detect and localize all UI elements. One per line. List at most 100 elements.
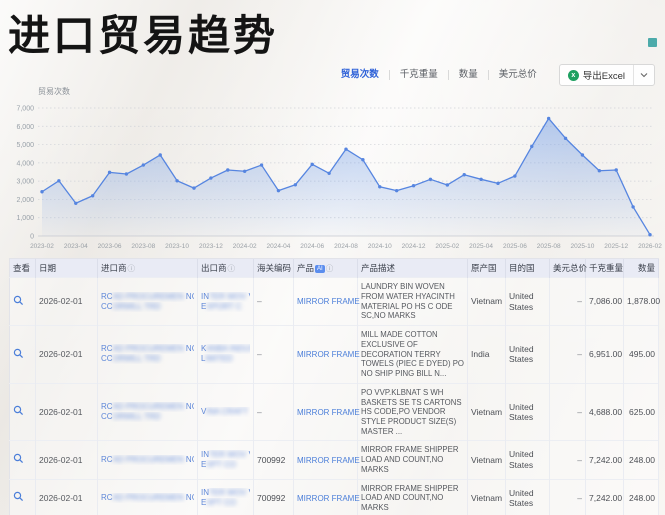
info-icon[interactable]: ⓘ [228,264,236,273]
table-row: 2026-02-01RCAD PROCUREMEN NCCCORMILL TRD… [10,383,659,441]
product-link[interactable]: MIRROR FRAME [297,456,360,465]
clear-text: IN [201,292,209,301]
clear-text: RC [101,344,113,353]
importer-name-line: CCORMILL TRD [101,412,194,422]
export-dropdown-button[interactable] [633,65,654,85]
blurred-text: TER WOV [209,488,246,497]
product-cell: MIRROR FRAME [294,479,358,515]
product-link[interactable]: MIRROR FRAME [297,494,360,503]
date-cell: 2026-02-01 [36,383,98,441]
usd-total-cell: – [550,441,586,479]
magnifier-icon [13,405,24,416]
view-cell [10,326,36,384]
table-row: 2026-02-01RCAD PROCUREMEN NCCCORMILL TRD… [10,326,659,384]
blurred-text: AD PROCUREMEN [113,292,184,301]
col-header-hs-code: 海关编码 [254,259,294,278]
view-cell [10,383,36,441]
info-icon[interactable]: ⓘ [128,264,136,273]
destination-country-cell: United States [506,278,550,326]
view-details-button[interactable] [13,348,24,362]
date-cell: 2026-02-01 [36,326,98,384]
magnifier-icon [13,295,24,306]
exporter-name-line: INTER WOV VI [201,450,250,460]
product-description-cell: MIRROR FRAME SHIPPER LOAD AND COUNT,NO M… [358,479,468,515]
kg-weight-cell: 6,951.00 [586,326,624,384]
col-header-importer: 进口商ⓘ [98,259,198,278]
hs-code-cell: – [254,278,294,326]
col-header-date: 日期 [36,259,98,278]
export-excel-button[interactable]: x 导出Excel [560,65,633,85]
clear-text: NC [184,344,194,353]
clear-text: VI [246,292,250,301]
svg-text:3,000: 3,000 [16,179,34,186]
table-row: 2026-02-01RCAD PROCUREMEN NCINTER WOV VI… [10,479,659,515]
corner-mark [648,38,657,47]
blurred-text: AD PROCUREMEN [113,493,184,502]
clear-text: CC [101,354,113,363]
view-details-button[interactable] [13,491,24,505]
svg-text:2023-10: 2023-10 [165,243,189,250]
tab-quantity[interactable]: 数量 [449,64,488,86]
quantity-cell: 1,878.00 [624,278,659,326]
clear-text: RC [101,402,113,411]
importer-cell: RCAD PROCUREMEN NC [98,441,198,479]
view-cell [10,479,36,515]
tab-usd-total[interactable]: 美元总价 [489,64,547,86]
chart-area [42,118,650,236]
view-details-button[interactable] [13,295,24,309]
importer-name-line: CCORMILL TRD [101,354,194,364]
svg-text:2024-08: 2024-08 [334,243,358,250]
clear-text: RC [101,493,113,502]
svg-text:5,000: 5,000 [16,142,34,149]
origin-country-cell: Vietnam [468,278,506,326]
exporter-name-line: EXPT CO [201,460,250,470]
importer-cell: RCAD PROCUREMEN NCCCORMILL TRD [98,278,198,326]
view-details-button[interactable] [13,405,24,419]
exporter-cell: INTER WOV VIEXPORT C [198,278,254,326]
importer-cell: RCAD PROCUREMEN NCCCORMILL TRD [98,326,198,384]
product-description-cell: PO VVP.KLBNAT S WH BASKETS SE TS CARTONS… [358,383,468,441]
svg-text:2023-12: 2023-12 [199,243,223,250]
product-link[interactable]: MIRROR FRAME [297,297,360,306]
importer-name-line: RCAD PROCUREMEN NC [101,402,194,412]
origin-country-cell: Vietnam [468,479,506,515]
quantity-cell: 248.00 [624,441,659,479]
excel-icon: x [568,70,579,81]
trade-records-table: 查看 日期 进口商ⓘ 出口商ⓘ 海关编码 产品AIⓘ 产品描述 原产国 目的国 … [9,258,659,515]
tab-trade-count[interactable]: 贸易次数 [331,64,389,86]
destination-country-cell: United States [506,383,550,441]
usd-total-cell: – [550,383,586,441]
view-details-button[interactable] [13,453,24,467]
product-description-cell: MILL MADE COTTON EXCLUSIVE OF DECORATION… [358,326,468,384]
col-header-quantity: 数量 [624,259,659,278]
blurred-text: TER WOV [209,450,246,459]
importer-cell: RCAD PROCUREMEN NC [98,479,198,515]
svg-text:2023-02: 2023-02 [30,243,54,250]
svg-text:2023-06: 2023-06 [98,243,122,250]
exporter-cell: KANBA INDUS ESLIMITED [198,326,254,384]
svg-text:2,000: 2,000 [16,197,34,204]
tab-kg-weight[interactable]: 千克重量 [390,64,448,86]
exporter-name-line: EXPORT C [201,302,250,312]
svg-text:2023-04: 2023-04 [64,243,88,250]
info-icon[interactable]: ⓘ [326,264,334,273]
product-description-cell: LAUNDRY BIN WOVEN FROM WATER HYACINTH MA… [358,278,468,326]
clear-text: IN [201,450,209,459]
svg-text:2025-10: 2025-10 [571,243,595,250]
svg-text:2025-02: 2025-02 [435,243,459,250]
blurred-text: AD PROCUREMEN [113,455,184,464]
view-cell [10,278,36,326]
product-link[interactable]: MIRROR FRAME [297,350,360,359]
clear-text: CC [101,302,113,311]
clear-text: NC [184,493,194,502]
blurred-text: ORMILL TRD [113,354,161,363]
clear-text: VI [246,450,250,459]
export-excel-label: 导出Excel [583,68,625,82]
origin-country-cell: Vietnam [468,383,506,441]
blurred-text: AD PROCUREMEN [113,344,184,353]
destination-country-cell: United States [506,479,550,515]
product-link[interactable]: MIRROR FRAME [297,408,360,417]
svg-text:6,000: 6,000 [16,124,34,131]
usd-total-cell: – [550,278,586,326]
svg-text:2025-04: 2025-04 [469,243,493,250]
